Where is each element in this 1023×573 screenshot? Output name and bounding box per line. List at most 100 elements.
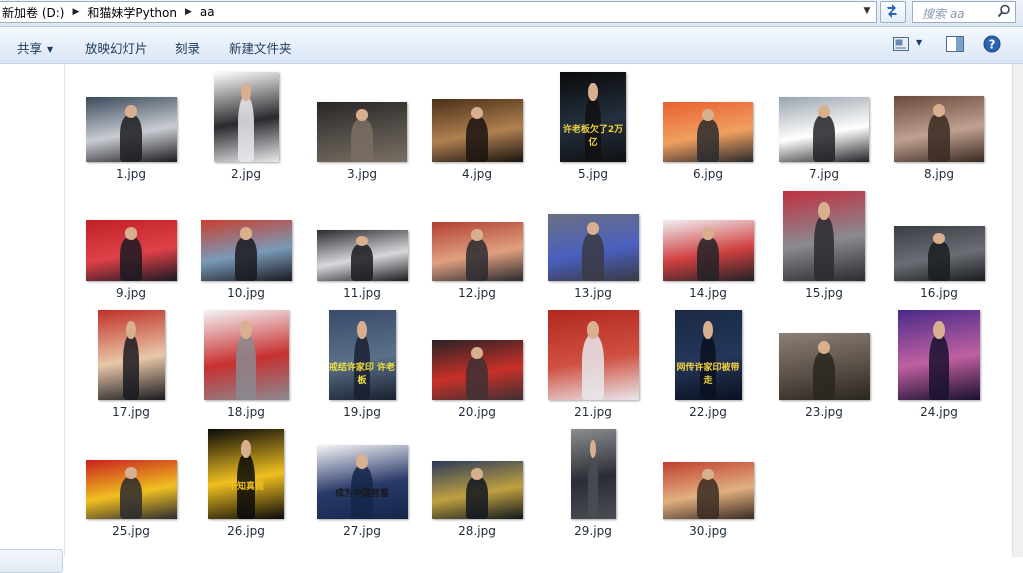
address-dropdown-icon[interactable]: ▼ bbox=[860, 4, 874, 18]
change-view-icon[interactable] bbox=[893, 37, 909, 51]
file-name[interactable]: 20.jpg bbox=[432, 405, 522, 419]
file-name[interactable]: 15.jpg bbox=[779, 286, 869, 300]
breadcrumb-arrow-icon[interactable]: ▶ bbox=[179, 7, 198, 17]
file-thumbnail[interactable] bbox=[663, 102, 753, 162]
file-thumbnail[interactable] bbox=[213, 72, 279, 162]
refresh-button[interactable] bbox=[880, 1, 906, 23]
file-thumbnail[interactable] bbox=[203, 310, 289, 400]
file-name[interactable]: 18.jpg bbox=[201, 405, 291, 419]
file-name[interactable]: 30.jpg bbox=[663, 524, 753, 538]
file-thumbnail[interactable] bbox=[317, 102, 407, 162]
file-thumbnail[interactable] bbox=[570, 429, 616, 519]
file-list-area[interactable]: 1.jpg 2.jpg 3.jpg 4.jpg 许老板欠了2万亿 5.jpg 6.jpg 7.… bbox=[66, 64, 1011, 557]
thumbnail-caption: 许老板欠了2万亿 bbox=[562, 124, 624, 148]
share-button[interactable]: 共享 ▼ bbox=[17, 38, 53, 57]
file-name[interactable]: 26.jpg bbox=[201, 524, 291, 538]
new-folder-button[interactable]: 新建文件夹 bbox=[229, 38, 292, 57]
file-name[interactable]: 22.jpg bbox=[663, 405, 753, 419]
file-name[interactable]: 13.jpg bbox=[548, 286, 638, 300]
file-name[interactable]: 4.jpg bbox=[432, 167, 522, 181]
file-name[interactable]: 5.jpg bbox=[548, 167, 638, 181]
thumbnail-figure bbox=[466, 356, 488, 400]
search-icon[interactable] bbox=[997, 4, 1011, 18]
breadcrumb-arrow-icon[interactable]: ▶ bbox=[66, 7, 85, 17]
file-thumbnail[interactable] bbox=[662, 462, 754, 519]
thumbnail-face bbox=[703, 320, 713, 339]
thumbnail-face bbox=[817, 104, 831, 118]
thumbnail-face bbox=[470, 467, 484, 480]
file-thumbnail[interactable] bbox=[662, 220, 754, 281]
thumbnail-figure bbox=[697, 118, 719, 162]
file-name[interactable]: 6.jpg bbox=[663, 167, 753, 181]
file-name[interactable]: 27.jpg bbox=[317, 524, 407, 538]
file-thumbnail[interactable] bbox=[779, 97, 869, 162]
breadcrumb-current[interactable]: aa bbox=[198, 2, 217, 22]
file-thumbnail[interactable] bbox=[431, 99, 523, 162]
thumbnail-figure bbox=[235, 237, 257, 281]
file-thumbnail[interactable]: 戒结许家印 许老板 bbox=[328, 310, 396, 400]
thumbnail-face bbox=[126, 320, 136, 339]
file-thumbnail[interactable]: 网传许家印被带走 bbox=[674, 310, 742, 400]
thumbnail-face bbox=[240, 439, 252, 458]
file-name[interactable]: 11.jpg bbox=[317, 286, 407, 300]
thumbnail-face bbox=[818, 201, 830, 220]
file-thumbnail[interactable] bbox=[85, 97, 177, 162]
preview-pane-icon[interactable] bbox=[946, 36, 964, 52]
file-name[interactable]: 29.jpg bbox=[548, 524, 638, 538]
file-name[interactable]: 23.jpg bbox=[779, 405, 869, 419]
file-thumbnail[interactable] bbox=[893, 226, 985, 281]
file-name[interactable]: 7.jpg bbox=[779, 167, 869, 181]
address-bar[interactable]: 新加卷 (D:) ▶ 和猫妹学Python ▶ aa ▼ bbox=[0, 1, 877, 23]
breadcrumb-folder[interactable]: 和猫妹学Python bbox=[85, 2, 179, 22]
view-options-chevron-icon[interactable]: ▼ bbox=[916, 38, 922, 47]
thumbnail-figure bbox=[351, 118, 373, 162]
file-thumbnail[interactable] bbox=[778, 333, 870, 400]
thumbnail-face bbox=[701, 227, 715, 240]
file-thumbnail[interactable]: 许老板欠了2万亿 bbox=[560, 72, 626, 162]
file-name[interactable]: 24.jpg bbox=[894, 405, 984, 419]
help-icon[interactable]: ? bbox=[983, 35, 1001, 53]
file-name[interactable]: 14.jpg bbox=[663, 286, 753, 300]
thumbnail-figure bbox=[928, 114, 950, 162]
file-name[interactable]: 21.jpg bbox=[548, 405, 638, 419]
file-name[interactable]: 16.jpg bbox=[894, 286, 984, 300]
file-thumbnail[interactable]: 不知真假 bbox=[208, 429, 284, 519]
file-name[interactable]: 2.jpg bbox=[201, 167, 291, 181]
file-name[interactable]: 28.jpg bbox=[432, 524, 522, 538]
file-thumbnail[interactable] bbox=[431, 461, 523, 519]
file-name[interactable]: 17.jpg bbox=[86, 405, 176, 419]
navigation-pane[interactable] bbox=[0, 64, 65, 573]
file-name[interactable]: 8.jpg bbox=[894, 167, 984, 181]
file-thumbnail[interactable] bbox=[85, 220, 177, 281]
file-thumbnail[interactable] bbox=[547, 310, 639, 400]
thumbnail-figure bbox=[582, 232, 604, 281]
breadcrumb-drive[interactable]: 新加卷 (D:) bbox=[0, 2, 66, 22]
nav-selected-item[interactable] bbox=[0, 549, 63, 573]
file-name[interactable]: 3.jpg bbox=[317, 167, 407, 181]
file-thumbnail[interactable] bbox=[783, 191, 865, 281]
chevron-down-icon: ▼ bbox=[47, 45, 54, 54]
file-thumbnail[interactable] bbox=[200, 220, 292, 281]
thumbnail-face bbox=[357, 320, 367, 339]
file-thumbnail[interactable] bbox=[894, 96, 984, 162]
file-name[interactable]: 10.jpg bbox=[201, 286, 291, 300]
file-name[interactable]: 19.jpg bbox=[317, 405, 407, 419]
file-thumbnail[interactable] bbox=[898, 310, 980, 400]
search-box[interactable]: 搜索 aa bbox=[912, 1, 1016, 23]
file-name[interactable]: 25.jpg bbox=[86, 524, 176, 538]
slideshow-button[interactable]: 放映幻灯片 bbox=[85, 38, 148, 57]
burn-button[interactable]: 刻录 bbox=[175, 38, 200, 57]
file-thumbnail[interactable] bbox=[85, 460, 177, 519]
file-thumbnail[interactable] bbox=[431, 340, 523, 400]
file-thumbnail[interactable] bbox=[97, 310, 165, 400]
file-thumbnail[interactable] bbox=[547, 214, 639, 281]
file-name[interactable]: 1.jpg bbox=[86, 167, 176, 181]
file-thumbnail[interactable] bbox=[316, 230, 408, 281]
thumbnail-figure bbox=[120, 115, 142, 162]
file-thumbnail[interactable]: 成为中国首富 bbox=[316, 445, 408, 519]
vertical-scrollbar[interactable] bbox=[1012, 64, 1023, 557]
file-name[interactable]: 9.jpg bbox=[86, 286, 176, 300]
file-name[interactable]: 12.jpg bbox=[432, 286, 522, 300]
thumbnail-figure bbox=[929, 335, 949, 400]
file-thumbnail[interactable] bbox=[431, 222, 523, 281]
